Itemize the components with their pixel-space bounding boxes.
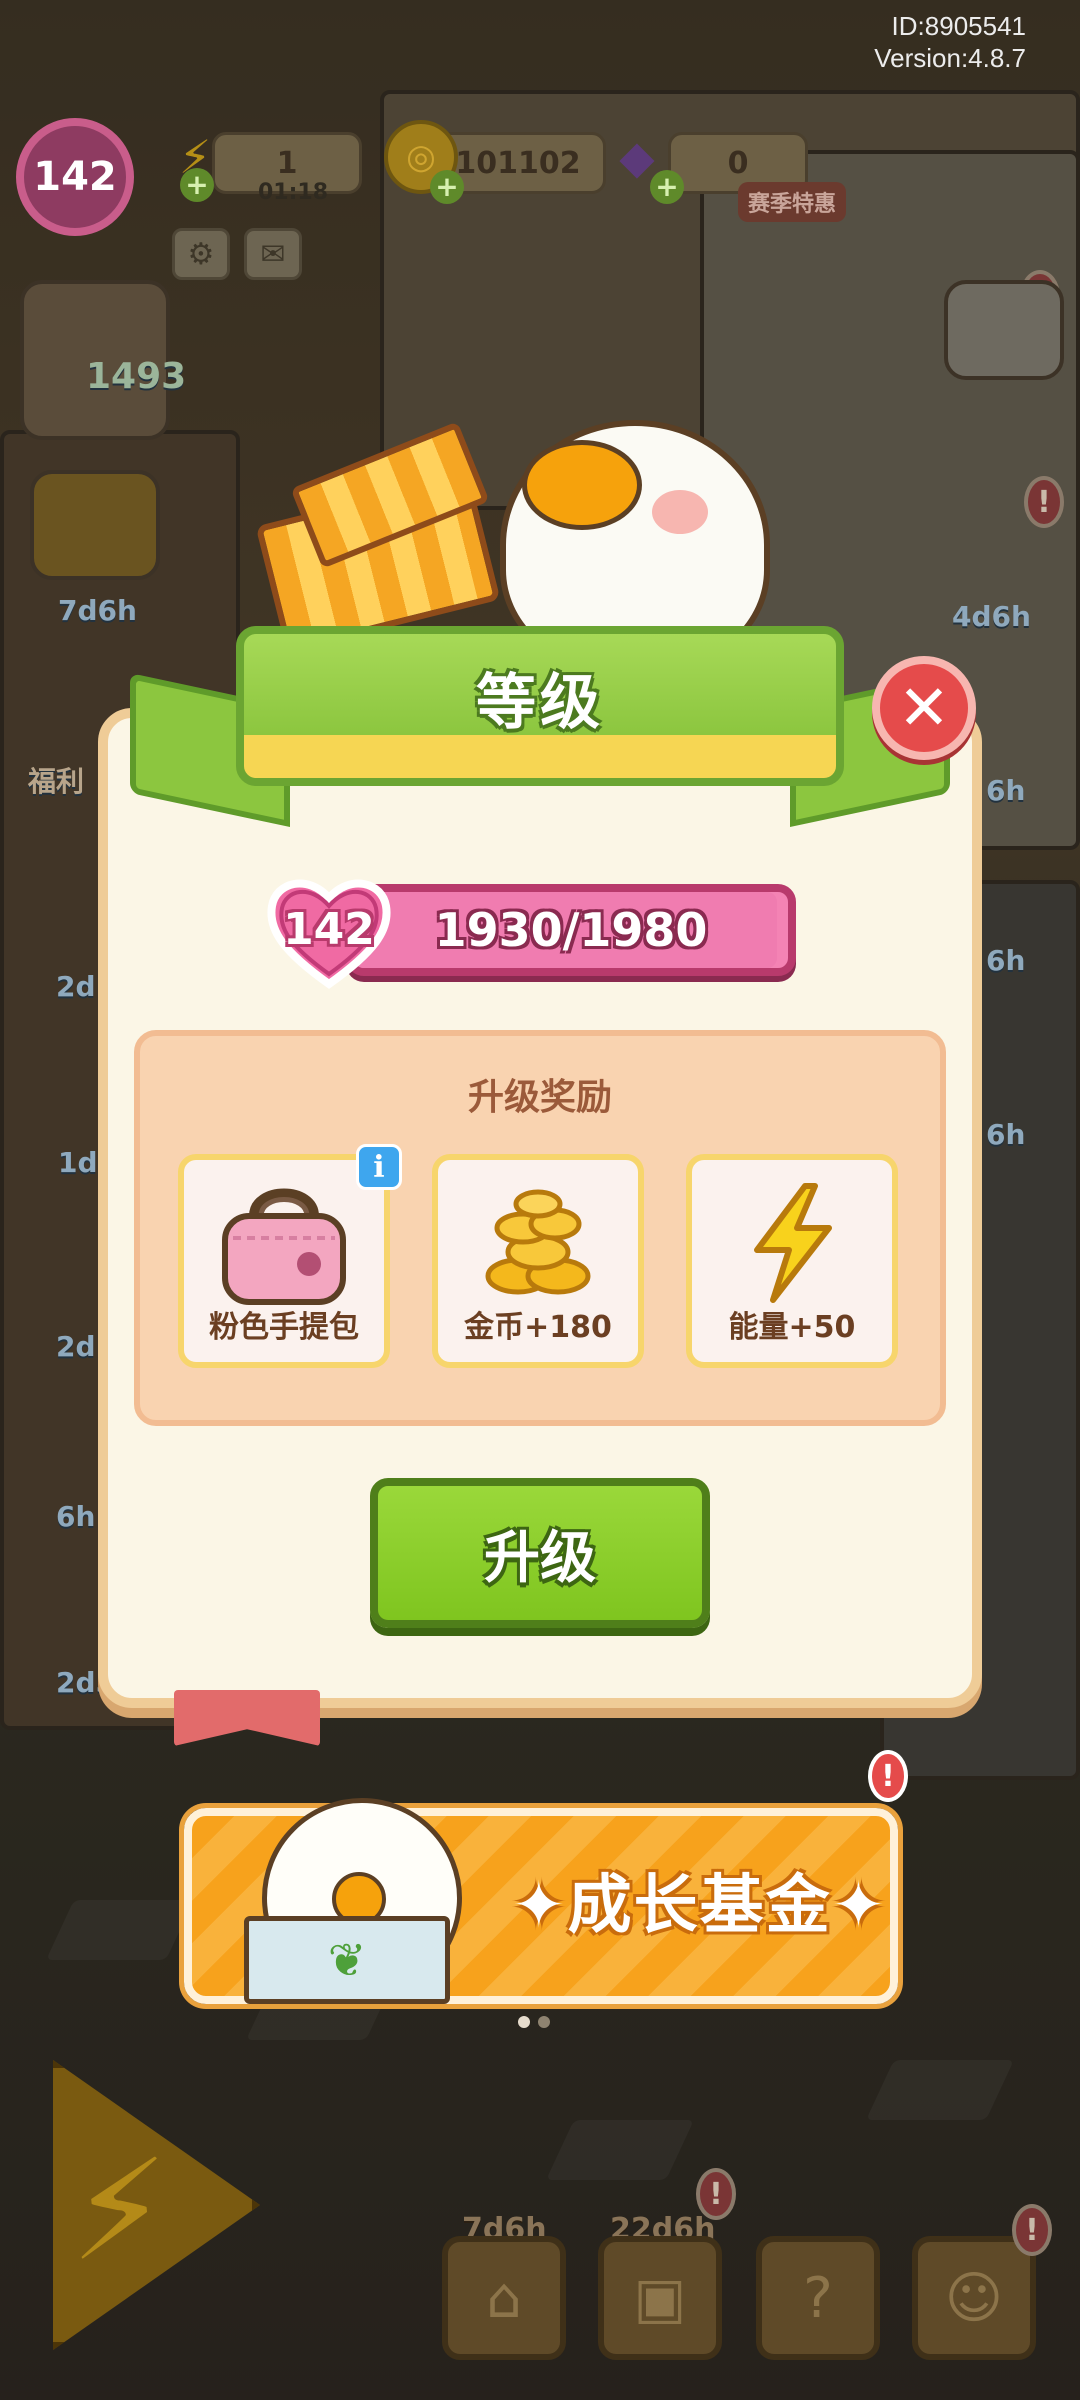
settings-gear-icon[interactable]: ⚙ [172, 228, 230, 280]
reward-label: 能量+50 [728, 1310, 856, 1345]
close-button[interactable]: ✕ [872, 656, 976, 760]
museum-icon[interactable]: ⌂ [442, 2236, 566, 2360]
right-timer-2: 6h [986, 774, 1026, 807]
banner-pager [518, 2016, 550, 2028]
task-list-icon[interactable] [944, 280, 1064, 380]
level-heart-badge: 142 [264, 872, 394, 992]
alert-icon: ! [1024, 476, 1064, 528]
pink-handbag-icon [209, 1178, 359, 1308]
reward-label: 金币+180 [464, 1310, 612, 1345]
left-timer-2: 2d [56, 970, 96, 1003]
reward-label: 粉色手提包 [209, 1310, 359, 1345]
dialog-title: 等级 [476, 667, 604, 738]
right-timer-1: 4d6h [952, 600, 1031, 633]
crown-event-icon[interactable] [30, 470, 160, 580]
add-coins-button[interactable]: + [430, 170, 464, 204]
account-id: ID:8905541 [891, 11, 1026, 41]
level-value: 142 [283, 903, 375, 955]
duck-mascot-beak [522, 440, 642, 530]
add-energy-button[interactable]: + [180, 168, 214, 202]
energy-bolt-icon: ⚡ [70, 2130, 169, 2293]
player-level-value: 142 [33, 154, 117, 200]
player-level-badge[interactable]: 142 [16, 118, 134, 236]
pager-dot[interactable] [538, 2016, 550, 2028]
gem-value: 0 [727, 145, 749, 181]
pager-dot[interactable] [518, 2016, 530, 2028]
friends-icon[interactable]: ☺ [912, 2236, 1036, 2360]
rewards-title: 升级奖励 [467, 1077, 612, 1118]
mail-icon[interactable]: ✉ [244, 228, 302, 280]
upgrade-button[interactable]: 升级 [370, 1478, 710, 1628]
level-progress-bar: 1930/1980 [346, 884, 796, 976]
add-gems-button[interactable]: + [650, 170, 684, 204]
energy-timer: 01:18 [258, 180, 329, 205]
quest-icon[interactable]: ? [756, 2236, 880, 2360]
version-info: ID:8905541 Version:4.8.7 [874, 10, 1026, 74]
season-sale-tag[interactable]: 赛季特惠 [738, 182, 847, 222]
close-icon: ✕ [898, 671, 950, 744]
coin-value: 101102 [455, 145, 581, 181]
alert-icon: ! [1012, 2204, 1052, 2256]
reward-item-energy: 能量+50 [686, 1154, 898, 1368]
sprout-icon: ❦ [244, 1916, 450, 2004]
version-label: Version:4.8.7 [874, 43, 1026, 73]
side-counter: 1493 [86, 356, 187, 397]
left-timer-1: 7d6h [58, 594, 137, 627]
left-timer-5: 6h [56, 1500, 96, 1533]
welfare-label: 福利 [28, 765, 85, 798]
duck-mascot-cheek [652, 490, 708, 534]
left-timer-4: 2d [56, 1330, 96, 1363]
level-progress-text: 1930/1980 [434, 903, 708, 957]
energy-value: 1 [276, 145, 298, 181]
right-timer-3: 6h [986, 944, 1026, 977]
energy-bolt-icon [717, 1178, 867, 1308]
info-icon[interactable]: i [356, 1144, 402, 1190]
alert-icon: ! [696, 2168, 736, 2220]
upgrade-button-label: 升级 [484, 1525, 596, 1591]
growth-fund-title: ✦成长基金✦ [512, 1869, 888, 1943]
coins-icon [463, 1178, 613, 1308]
dialog-title-ribbon: 等级 [236, 626, 844, 786]
reward-item-handbag[interactable]: 粉色手提包 i [178, 1144, 402, 1368]
left-timer-3: 1d [58, 1146, 98, 1179]
cards-icon[interactable]: ▣ [598, 2236, 722, 2360]
reward-item-coins: 金币+180 [432, 1154, 644, 1368]
growth-fund-banner[interactable]: ❦ ✦成长基金✦ [184, 1798, 898, 2004]
level-rewards-panel: 升级奖励 粉色手提包 i 金币+180 能量+50 [134, 1030, 946, 1426]
alert-icon: ! [868, 1750, 908, 1802]
right-timer-4: 6h [986, 1118, 1026, 1151]
